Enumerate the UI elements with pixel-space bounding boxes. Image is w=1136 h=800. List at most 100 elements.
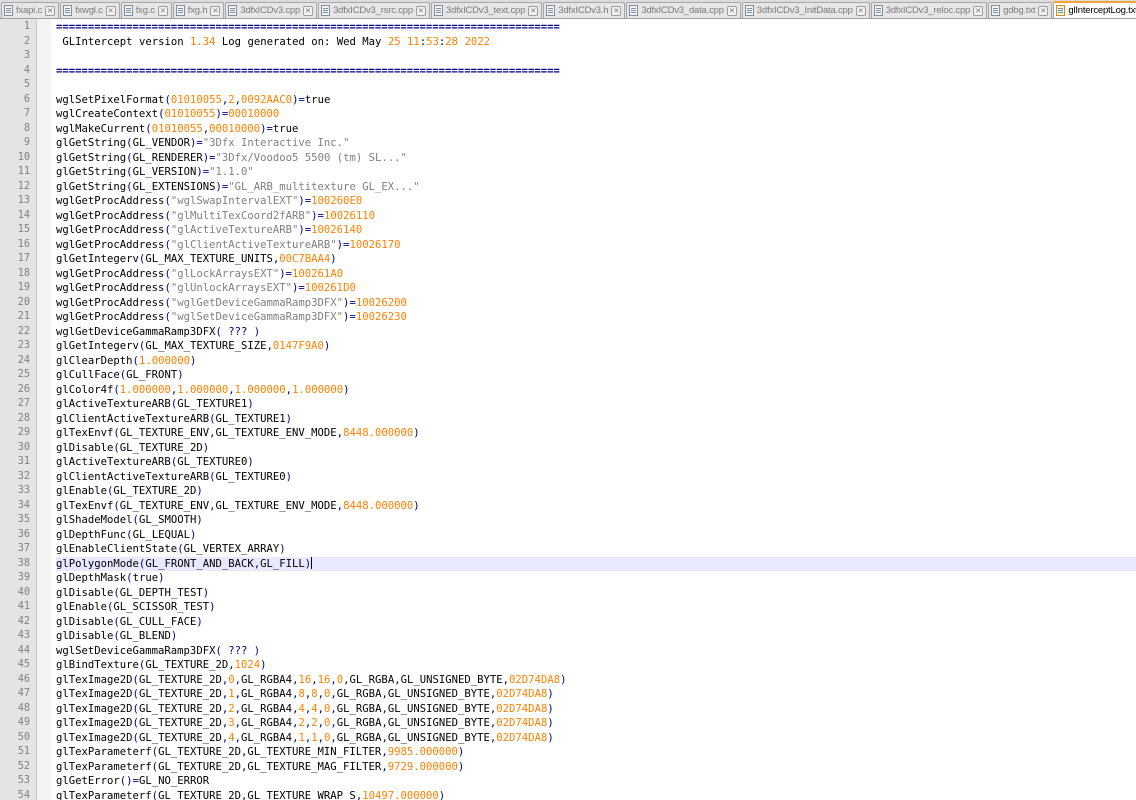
tab-fxg-h[interactable]: fxg.h ✕ [172,2,225,18]
line-text[interactable]: glTexParameterf(GL_TEXTURE_2D,GL_TEXTURE… [56,745,1136,760]
tab-3dfxicdv3-rsrc-cpp[interactable]: 3dfxICDv3_rsrc.cpp ✕ [318,2,430,18]
line-text[interactable]: glTexEnvf(GL_TEXTURE_ENV,GL_TEXTURE_ENV_… [56,426,1136,441]
code-line[interactable]: 50 glTexImage2D(GL_TEXTURE_2D,4,GL_RGBA4,… [0,731,1136,746]
code-line[interactable]: 45 glBindTexture(GL_TEXTURE_2D,1024) [0,658,1136,673]
code-line[interactable]: 33 glEnable(GL_TEXTURE_2D) [0,484,1136,499]
code-line[interactable]: 20 wglGetProcAddress("wglGetDeviceGammaRa… [0,296,1136,311]
code-line[interactable]: 36 glDepthFunc(GL_LEQUAL) [0,528,1136,543]
line-text[interactable]: glTexImage2D(GL_TEXTURE_2D,0,GL_RGBA4,16… [56,673,1136,688]
tab-3dfxicdv3-data-cpp[interactable]: 3dfxICDv3_data.cpp ✕ [626,2,741,18]
line-text[interactable]: glDisable(GL_BLEND) [56,629,1136,644]
code-line[interactable]: 28 glClientActiveTextureARB(GL_TEXTURE1) [0,412,1136,427]
line-text[interactable]: wglGetProcAddress("glMultiTexCoord2fARB"… [56,209,1136,224]
code-line[interactable]: 24 glClearDepth(1.000000) [0,354,1136,369]
line-text[interactable]: wglSetPixelFormat(01010055,2,0092AAC0)=t… [56,93,1136,108]
tab-fxapi-c[interactable]: fxapi.c ✕ [1,2,60,18]
code-line[interactable]: 39 glDepthMask(true) [0,571,1136,586]
code-line[interactable]: 49 glTexImage2D(GL_TEXTURE_2D,3,GL_RGBA4,… [0,716,1136,731]
code-line[interactable]: 1 =======================================… [0,20,1136,35]
line-text[interactable]: glDisable(GL_DEPTH_TEST) [56,586,1136,601]
line-text[interactable]: glEnable(GL_TEXTURE_2D) [56,484,1136,499]
code-line[interactable]: 19 wglGetProcAddress("glUnlockArraysEXT")… [0,281,1136,296]
code-line[interactable]: 51 glTexParameterf(GL_TEXTURE_2D,GL_TEXTU… [0,745,1136,760]
close-icon[interactable]: ✕ [210,5,221,16]
line-text[interactable]: glGetString(GL_VERSION)="1.1.0" [56,165,1136,180]
editor[interactable]: 1 =======================================… [0,19,1136,800]
line-text[interactable]: glTexImage2D(GL_TEXTURE_2D,1,GL_RGBA4,8,… [56,687,1136,702]
line-text[interactable]: glColor4f(1.000000,1.000000,1.000000,1.0… [56,383,1136,398]
line-text[interactable]: glGetError()=GL_NO_ERROR [56,774,1136,789]
code-line[interactable]: 10 glGetString(GL_RENDERER)="3Dfx/Voodoo5… [0,151,1136,166]
code-line[interactable]: 35 glShadeModel(GL_SMOOTH) [0,513,1136,528]
code-line[interactable]: 2 GLIntercept version 1.34 Log generated… [0,35,1136,50]
code-line[interactable]: 54 glTexParameterf(GL_TEXTURE_2D,GL_TEXTU… [0,789,1136,800]
close-icon[interactable]: ✕ [973,5,984,16]
code-line[interactable]: 18 wglGetProcAddress("glLockArraysEXT")=1… [0,267,1136,282]
code-line[interactable]: 3 [0,49,1136,64]
line-text[interactable]: glGetString(GL_VENDOR)="3Dfx Interactive… [56,136,1136,151]
code-line[interactable]: 38 glPolygonMode(GL_FRONT_AND_BACK,GL_FIL… [0,556,1136,571]
code-line[interactable]: 44 wglSetDeviceGammaRamp3DFX( ??? ) [0,644,1136,659]
code-line[interactable]: 42 glDisable(GL_CULL_FACE) [0,615,1136,630]
code-line[interactable]: 43 glDisable(GL_BLEND) [0,629,1136,644]
line-text[interactable]: wglGetDeviceGammaRamp3DFX( ??? ) [56,325,1136,340]
code-line[interactable]: 15 wglGetProcAddress("glActiveTextureARB"… [0,223,1136,238]
code-line[interactable]: 26 glColor4f(1.000000,1.000000,1.000000,1… [0,383,1136,398]
line-text[interactable]: glEnable(GL_SCISSOR_TEST) [56,600,1136,615]
close-icon[interactable]: ✕ [1038,5,1049,16]
line-text[interactable]: glClientActiveTextureARB(GL_TEXTURE1) [56,412,1136,427]
line-text[interactable]: glEnableClientState(GL_VERTEX_ARRAY) [56,542,1136,557]
code-line[interactable]: 34 glTexEnvf(GL_TEXTURE_ENV,GL_TEXTURE_EN… [0,499,1136,514]
code-line[interactable]: 23 glGetIntegerv(GL_MAX_TEXTURE_SIZE,0147… [0,339,1136,354]
code-line[interactable]: 48 glTexImage2D(GL_TEXTURE_2D,2,GL_RGBA4,… [0,702,1136,717]
tab-3dfxicdv3-h[interactable]: 3dfxICDv3.h ✕ [543,2,626,18]
close-icon[interactable]: ✕ [157,5,168,16]
line-text[interactable]: wglMakeCurrent(01010055,00010000)=true [56,122,1136,137]
line-text[interactable]: glShadeModel(GL_SMOOTH) [56,513,1136,528]
line-text[interactable]: glTexEnvf(GL_TEXTURE_ENV,GL_TEXTURE_ENV_… [56,499,1136,514]
code-line[interactable]: 47 glTexImage2D(GL_TEXTURE_2D,1,GL_RGBA4,… [0,687,1136,702]
code-line[interactable]: 30 glDisable(GL_TEXTURE_2D) [0,441,1136,456]
line-text[interactable]: glGetString(GL_RENDERER)="3Dfx/Voodoo5 5… [56,151,1136,166]
close-icon[interactable]: ✕ [855,5,866,16]
code-line[interactable]: 29 glTexEnvf(GL_TEXTURE_ENV,GL_TEXTURE_EN… [0,426,1136,441]
tab-gdbg-txt[interactable]: gdbg.txt ✕ [988,2,1053,18]
code-line[interactable]: 16 wglGetProcAddress("glClientActiveTextu… [0,238,1136,253]
line-text[interactable]: GLIntercept version 1.34 Log generated o… [56,35,1136,50]
line-text[interactable]: wglGetProcAddress("wglGetDeviceGammaRamp… [56,296,1136,311]
line-text[interactable]: glTexImage2D(GL_TEXTURE_2D,3,GL_RGBA4,2,… [56,716,1136,731]
code-line[interactable]: 14 wglGetProcAddress("glMultiTexCoord2fAR… [0,209,1136,224]
tab-3dfxicdv3-initdata-cpp[interactable]: 3dfxICDv3_InitData.cpp ✕ [741,2,870,18]
line-text[interactable]: glDisable(GL_TEXTURE_2D) [56,441,1136,456]
line-text[interactable]: glGetIntegerv(GL_MAX_TEXTURE_UNITS,00C7B… [56,252,1136,267]
code-line[interactable]: 46 glTexImage2D(GL_TEXTURE_2D,0,GL_RGBA4,… [0,673,1136,688]
code-line[interactable]: 5 [0,78,1136,93]
code-line[interactable]: 37 glEnableClientState(GL_VERTEX_ARRAY) [0,542,1136,557]
line-text[interactable]: glTexImage2D(GL_TEXTURE_2D,4,GL_RGBA4,1,… [56,731,1136,746]
line-text[interactable]: glDepthMask(true) [56,571,1136,586]
line-text[interactable]: glClearDepth(1.000000) [56,354,1136,369]
close-icon[interactable]: ✕ [611,5,622,16]
code-line[interactable]: 31 glActiveTextureARB(GL_TEXTURE0) [0,455,1136,470]
code-line[interactable]: 7 wglCreateContext(01010055)=00010000 [0,107,1136,122]
tab-fxwgl-c[interactable]: fxwgl.c ✕ [60,2,120,18]
line-text[interactable]: wglGetProcAddress("wglSwapIntervalEXT")=… [56,194,1136,209]
line-text[interactable]: glTexParameterf(GL_TEXTURE_2D,GL_TEXTURE… [56,760,1136,775]
line-text[interactable]: glTexParameterf(GL_TEXTURE_2D,GL_TEXTURE… [56,789,1136,800]
line-text[interactable]: wglCreateContext(01010055)=00010000 [56,107,1136,122]
close-icon[interactable]: ✕ [528,5,539,16]
line-text[interactable]: glGetIntegerv(GL_MAX_TEXTURE_SIZE,0147F9… [56,339,1136,354]
close-icon[interactable]: ✕ [415,5,426,16]
close-icon[interactable]: ✕ [303,5,314,16]
line-text[interactable]: wglGetProcAddress("glActiveTextureARB")=… [56,223,1136,238]
code-line[interactable]: 17 glGetIntegerv(GL_MAX_TEXTURE_UNITS,00C… [0,252,1136,267]
code-line[interactable]: 27 glActiveTextureARB(GL_TEXTURE1) [0,397,1136,412]
code-line[interactable]: 8 wglMakeCurrent(01010055,00010000)=true [0,122,1136,137]
line-text[interactable]: glBindTexture(GL_TEXTURE_2D,1024) [56,658,1136,673]
code-line[interactable]: 9 glGetString(GL_VENDOR)="3Dfx Interactiv… [0,136,1136,151]
tab-fxg-c[interactable]: fxg.c ✕ [120,2,172,18]
code-line[interactable]: 25 glCullFace(GL_FRONT) [0,368,1136,383]
line-text[interactable]: ========================================… [56,64,1136,79]
code-line[interactable]: 21 wglGetProcAddress("wglSetDeviceGammaRa… [0,310,1136,325]
code-line[interactable]: 22 wglGetDeviceGammaRamp3DFX( ??? ) [0,325,1136,340]
